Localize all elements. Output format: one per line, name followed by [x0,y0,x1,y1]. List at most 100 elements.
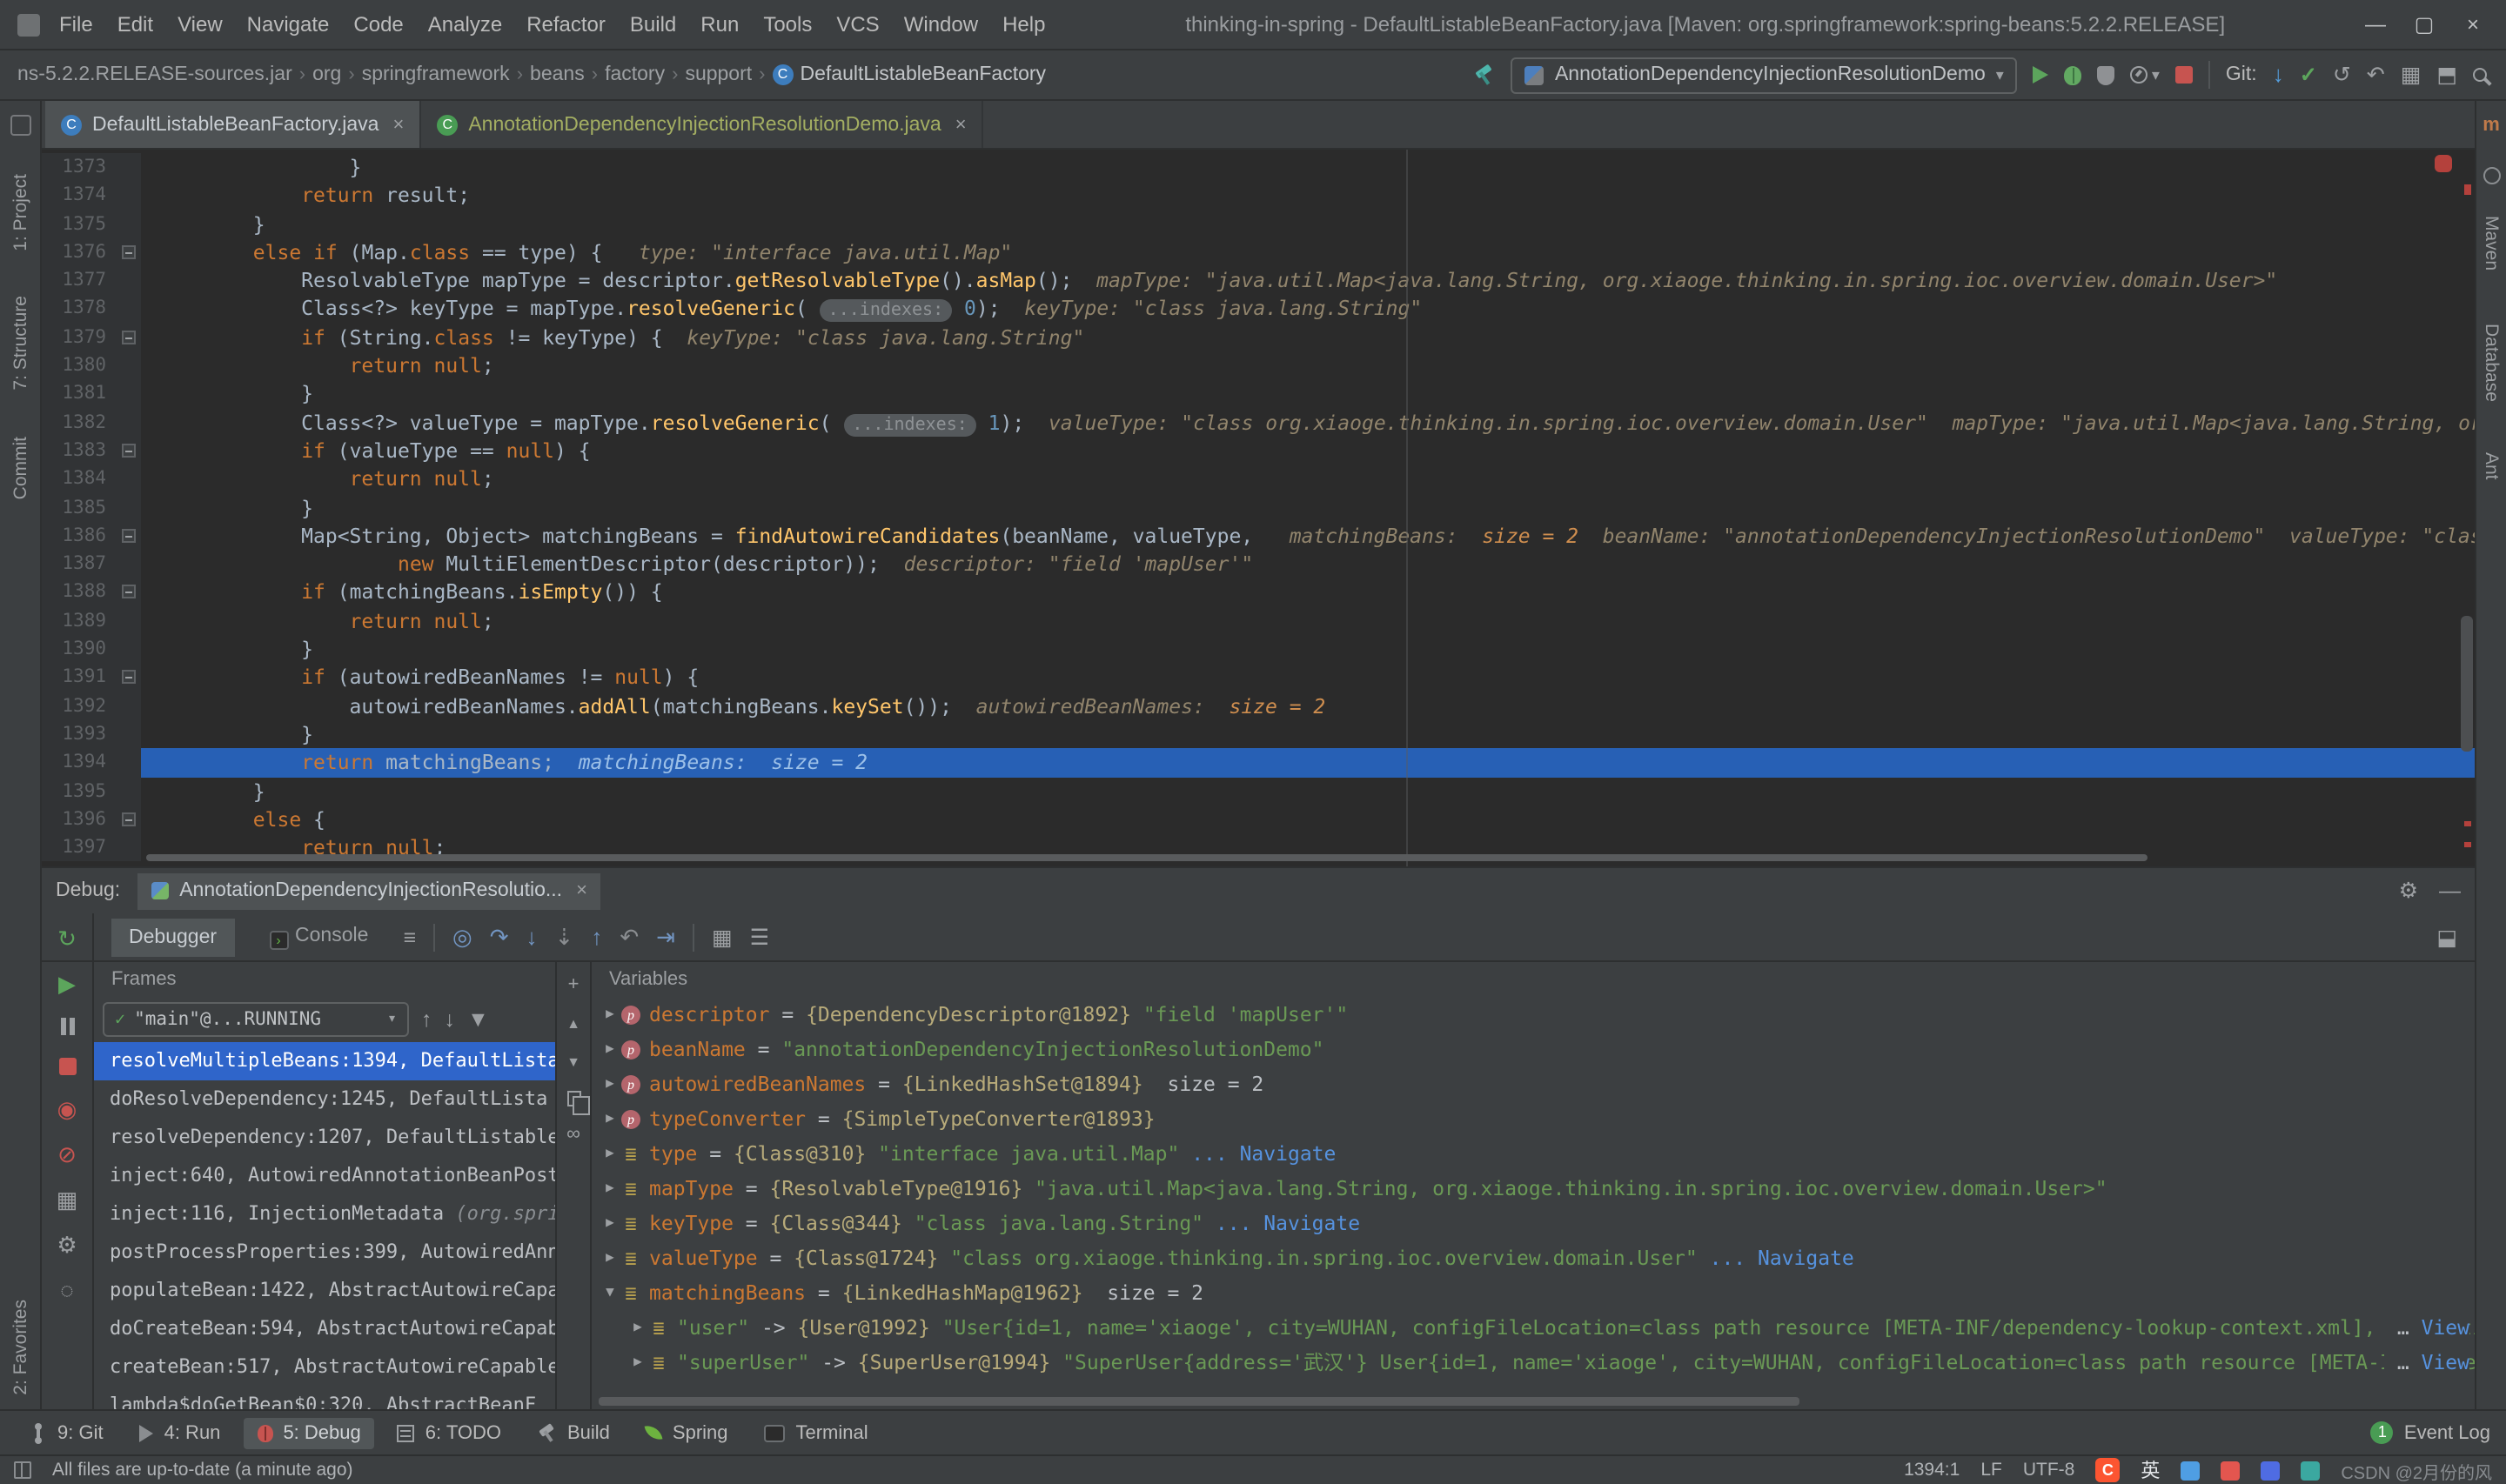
toolwindow-terminal[interactable]: Terminal [751,1417,882,1448]
filter-frames-icon[interactable]: ▼ [467,1009,489,1031]
menu-code[interactable]: Code [341,0,415,49]
toolwindow-build[interactable]: Build [524,1417,624,1448]
sidebar-item-maven[interactable]: Maven [2481,216,2502,271]
stack-frame[interactable]: lambda$doGetBean$0:320, AbstractBeanF [94,1387,555,1409]
breadcrumb-item[interactable]: org [309,63,345,87]
git-update-icon[interactable]: ↓ [2273,63,2284,85]
layout-settings-icon[interactable]: ≡ [403,926,416,948]
line-number[interactable]: 1380 [42,351,118,380]
expand-right-icon[interactable]: ▶ [599,1101,621,1136]
breadcrumb-item[interactable]: support [681,63,755,87]
show-execution-point-icon[interactable]: ◎ [452,924,472,949]
toolwindow-git[interactable]: 9: Git [16,1417,117,1448]
breadcrumb-item[interactable]: C DefaultListableBeanFactory [769,63,1050,87]
stack-frame[interactable]: populateBean:1422, AbstractAutowireCapa [94,1272,555,1310]
run-button[interactable] [2033,66,2049,84]
line-number[interactable]: 1378 [42,294,118,324]
fold-icon[interactable] [122,670,136,685]
line-number[interactable]: 1387 [42,550,118,578]
line-number[interactable]: 1374 [42,181,118,211]
horizontal-scrollbar[interactable] [146,854,2148,861]
menu-navigate[interactable]: Navigate [235,0,342,49]
expand-right-icon[interactable]: ▶ [599,1066,621,1101]
vertical-scrollbar[interactable] [2461,616,2473,752]
frame-up-icon[interactable]: ↑ [421,1009,432,1031]
add-watch-icon[interactable]: + [568,975,580,995]
event-log-button[interactable]: 1 Event Log [2370,1421,2490,1444]
variable-row[interactable]: ▶ p typeConverter = {SimpleTypeConverter@1… [592,1101,2475,1136]
stack-frame[interactable]: resolveMultipleBeans:1394, DefaultListab… [94,1042,555,1080]
maximize-icon[interactable]: ▢ [2402,12,2447,37]
sidebar-item-project[interactable]: 1: Project [10,174,30,251]
line-number[interactable]: 1384 [42,465,118,494]
search-icon[interactable] [2473,68,2487,82]
rollback-icon[interactable]: ↶ [2367,64,2385,86]
horizontal-scrollbar[interactable] [599,1397,1799,1406]
close-icon[interactable]: × [2450,12,2496,37]
stack-frame[interactable]: doResolveDependency:1245, DefaultLista [94,1080,555,1119]
line-number[interactable]: 1379 [42,323,118,352]
sidebar-item-favorites[interactable]: 2: Favorites [10,1300,30,1395]
breadcrumb-item[interactable]: beans [526,63,588,87]
menu-analyze[interactable]: Analyze [416,0,514,49]
menu-help[interactable]: Help [990,0,1057,49]
code-editor[interactable]: 1373 } 1374 return result; 1375 } 1376 else… [42,150,2475,866]
stack-frame[interactable]: doCreateBean:594, AbstractAutowireCapab [94,1310,555,1348]
evaluate-expression-icon[interactable]: ▦ [712,926,733,948]
watch-return-values-icon[interactable]: ∞ [566,1125,580,1145]
mute-breakpoints-icon[interactable]: ⊘ [57,1143,77,1166]
coverage-button[interactable] [2097,65,2115,84]
line-number[interactable]: 1388 [42,578,118,607]
toolwindow-todo[interactable]: 6: TODO [384,1417,515,1448]
run-to-cursor-icon[interactable]: ⇥ [656,924,675,949]
history-icon[interactable]: ↺ [2333,64,2351,86]
menu-tools[interactable]: Tools [751,0,824,49]
menu-vcs[interactable]: VCS [824,0,891,49]
restore-layout-icon[interactable]: ⬓ [2436,926,2457,948]
expand-right-icon[interactable]: ▶ [599,1136,621,1171]
expand-right-icon[interactable]: ▶ [599,1240,621,1275]
variable-row[interactable]: ▶ p autowiredBeanNames = {LinkedHashSet@18… [592,1066,2475,1101]
stack-frame[interactable]: createBean:517, AbstractAutowireCapable [94,1348,555,1387]
line-number[interactable]: 1383 [42,436,118,465]
gear-icon[interactable]: ⚙ [2399,880,2418,902]
line-number[interactable]: 1395 [42,777,118,806]
fold-icon[interactable] [122,812,136,826]
line-number[interactable]: 1381 [42,379,118,409]
breadcrumb-item[interactable]: ns-5.2.2.RELEASE-sources.jar [14,63,296,87]
sidebar-item-commit[interactable]: Commit [10,436,30,498]
restore-layout-icon[interactable]: ▦ [57,1188,78,1211]
line-number[interactable]: 1393 [42,719,118,749]
variable-row[interactable]: ▶ p beanName = "annotationDependencyInject… [592,1032,2475,1066]
resume-icon[interactable]: ▶ [58,973,76,995]
fold-icon[interactable] [122,443,136,458]
error-stripe-mark[interactable] [2464,184,2471,195]
line-number[interactable]: 1390 [42,635,118,664]
force-step-into-icon[interactable]: ⇣ [555,924,574,949]
ime-icon[interactable] [2261,1461,2281,1480]
line-number[interactable]: 1375 [42,210,118,238]
step-into-icon[interactable]: ↓ [526,924,538,949]
view-link[interactable]: … View [2384,1345,2469,1380]
variable-row[interactable]: ▶ ≣ type = {Class@310} "interface java.uti… [592,1136,2475,1171]
line-number[interactable]: 1391 [42,663,118,692]
error-indicator-badge[interactable] [2435,155,2452,172]
variable-row[interactable]: ▶ ≣ valueType = {Class@1724} "class org.xi… [592,1240,2475,1275]
line-number[interactable]: 1396 [42,805,118,834]
debug-session-tab[interactable]: AnnotationDependencyInjectionResolutio..… [137,872,601,909]
expand-right-icon[interactable]: ▶ [599,1206,621,1240]
fold-icon[interactable] [122,585,136,599]
step-over-icon[interactable]: ↷ [490,924,509,949]
ime-icon[interactable] [2181,1461,2201,1480]
stack-frame[interactable]: inject:640, AutowiredAnnotationBeanPost [94,1157,555,1195]
stop-button[interactable] [2174,66,2193,84]
frame-down-icon[interactable]: ↓ [445,1009,456,1031]
line-number[interactable]: 1386 [42,521,118,551]
close-tab-icon[interactable]: × [392,114,404,135]
fold-icon[interactable] [122,528,136,543]
toolwindow-switcher-icon[interactable] [14,1461,31,1479]
expand-right-icon[interactable]: ▶ [599,1032,621,1066]
expand-right-icon[interactable]: ▶ [599,1171,621,1206]
maven-icon[interactable]: m [2483,115,2500,136]
git-commit-icon[interactable]: ✓ [2300,63,2317,87]
